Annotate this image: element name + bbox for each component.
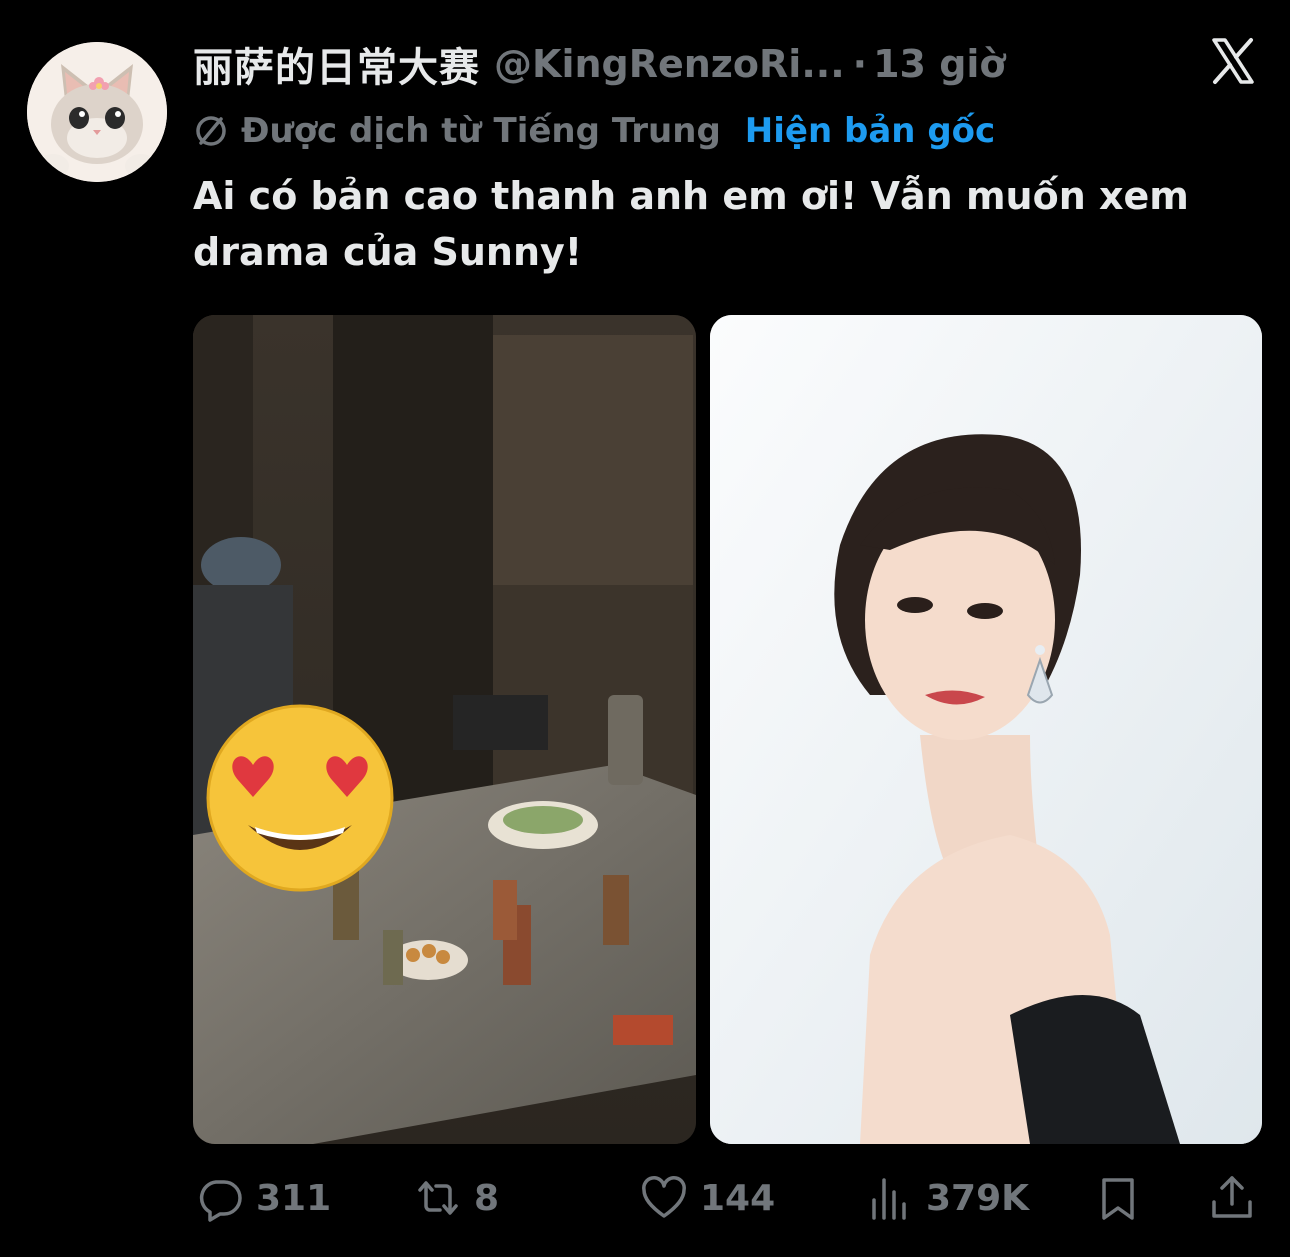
- bookmark-icon: [1102, 1178, 1134, 1220]
- show-original-link[interactable]: Hiện bản gốc: [745, 111, 995, 151]
- tweet-header: 丽萨的日常大赛 @KingRenzoRi... · 13 giờ: [193, 36, 1006, 92]
- retweet-count: 8: [474, 1177, 500, 1219]
- portrait-photo: [710, 315, 1262, 1144]
- action-bar: 311 8 144 379K: [0, 1170, 1290, 1226]
- retweet-icon: [418, 1181, 458, 1215]
- reply-button[interactable]: 311: [196, 1170, 331, 1226]
- tweet[interactable]: 丽萨的日常大赛 @KingRenzoRi... · 13 giờ Được dị…: [0, 0, 1290, 1257]
- translated-from-label: Được dịch từ Tiếng Trung: [241, 111, 721, 151]
- like-count: 144: [700, 1177, 776, 1219]
- views-count: 379K: [926, 1177, 1030, 1219]
- avatar[interactable]: [27, 42, 167, 182]
- cat-avatar-image: [27, 42, 167, 182]
- room-photo: [193, 315, 696, 1144]
- translate-icon: [196, 116, 226, 146]
- x-logo-icon: [1212, 38, 1254, 84]
- separator: ·: [852, 42, 868, 86]
- share-button[interactable]: [1208, 1170, 1256, 1226]
- translation-notice: Được dịch từ Tiếng Trung Hiện bản gốc: [193, 106, 995, 156]
- views-button[interactable]: 379K: [866, 1170, 1029, 1226]
- retweet-button[interactable]: 8: [414, 1170, 499, 1226]
- views-icon: [872, 1178, 906, 1220]
- tweet-image-2[interactable]: [710, 315, 1262, 1144]
- tweet-text: Ai có bản cao thanh anh em ơi! Vẫn muốn …: [193, 174, 1189, 274]
- tweet-image-1[interactable]: [193, 315, 696, 1144]
- reply-icon: [199, 1180, 242, 1222]
- display-name[interactable]: 丽萨的日常大赛: [193, 35, 480, 93]
- share-icon: [1212, 1176, 1252, 1218]
- user-handle[interactable]: @KingRenzoRi...: [494, 42, 845, 86]
- timestamp[interactable]: 13 giờ: [873, 42, 1005, 86]
- bookmark-button[interactable]: [1094, 1170, 1142, 1226]
- reply-count: 311: [256, 1177, 332, 1219]
- like-button[interactable]: 144: [640, 1170, 775, 1226]
- heart-icon: [642, 1176, 686, 1218]
